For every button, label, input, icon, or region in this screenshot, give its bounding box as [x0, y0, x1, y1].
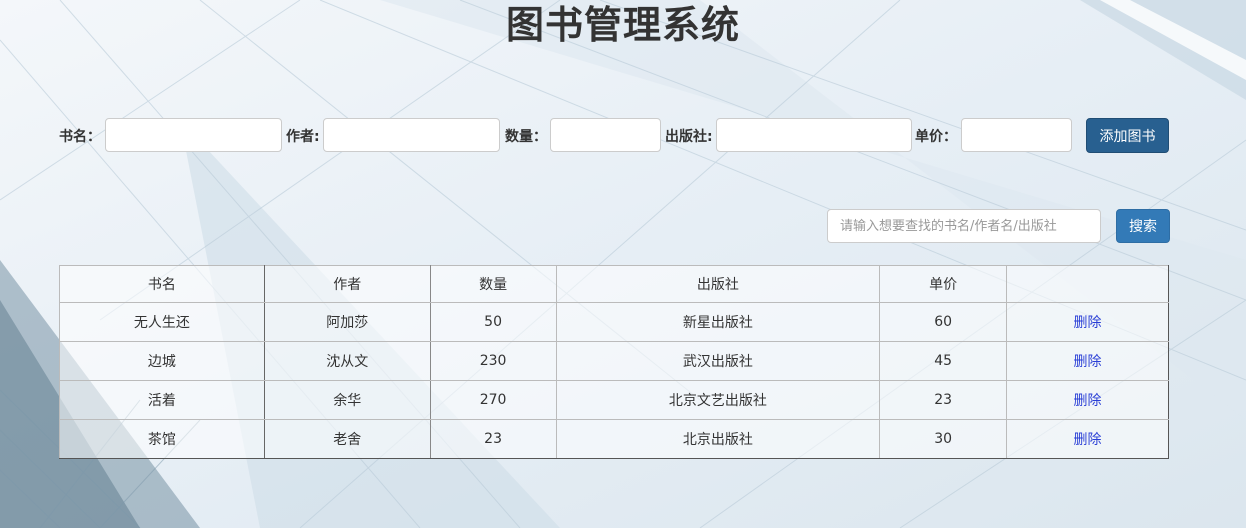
cell-publisher: 北京出版社 — [555, 419, 881, 459]
cell-count: 50 — [429, 302, 557, 342]
author-input[interactable] — [323, 118, 500, 152]
cell-action: 删除 — [1006, 302, 1169, 342]
table-row: 活着 余华 270 北京文艺出版社 23 删除 — [59, 380, 1169, 420]
cell-price: 60 — [879, 302, 1008, 342]
cell-author: 阿加莎 — [263, 302, 431, 342]
book-name-input[interactable] — [105, 118, 282, 152]
table-row: 无人生还 阿加莎 50 新星出版社 60 删除 — [59, 302, 1169, 342]
cell-count: 230 — [429, 341, 557, 381]
publisher-input[interactable] — [716, 118, 912, 152]
cell-author: 沈从文 — [263, 341, 431, 381]
delete-link[interactable]: 删除 — [1074, 354, 1102, 370]
cell-count: 23 — [429, 419, 557, 459]
author-label: 作者: — [286, 129, 320, 145]
cell-publisher: 武汉出版社 — [555, 341, 881, 381]
column-header-action — [1006, 265, 1169, 303]
column-header-name: 书名 — [59, 265, 265, 303]
delete-link[interactable]: 删除 — [1074, 432, 1102, 448]
column-header-price: 单价 — [879, 265, 1008, 303]
cell-action: 删除 — [1006, 341, 1169, 381]
count-label: 数量： — [505, 129, 547, 145]
cell-count: 270 — [429, 380, 557, 420]
books-table: 书名 作者 数量 出版社 单价 无人生还 阿加莎 50 新星出版社 60 删除 … — [59, 265, 1169, 459]
cell-publisher: 新星出版社 — [555, 302, 881, 342]
search-button[interactable]: 搜索 — [1116, 209, 1170, 243]
book-name-label: 书名： — [59, 129, 101, 145]
delete-link[interactable]: 删除 — [1074, 315, 1102, 331]
cell-name: 活着 — [59, 380, 265, 420]
page-title: 图书管理系统 — [505, 3, 740, 47]
cell-action: 删除 — [1006, 419, 1169, 459]
cell-action: 删除 — [1006, 380, 1169, 420]
cell-name: 无人生还 — [59, 302, 265, 342]
cell-publisher: 北京文艺出版社 — [555, 380, 881, 420]
column-header-count: 数量 — [429, 265, 557, 303]
price-input[interactable] — [961, 118, 1072, 152]
count-input[interactable] — [550, 118, 661, 152]
cell-price: 23 — [879, 380, 1008, 420]
delete-link[interactable]: 删除 — [1074, 393, 1102, 409]
cell-name: 茶馆 — [59, 419, 265, 459]
cell-author: 老舍 — [263, 419, 431, 459]
cell-name: 边城 — [59, 341, 265, 381]
column-header-publisher: 出版社 — [555, 265, 881, 303]
add-book-button[interactable]: 添加图书 — [1086, 118, 1169, 153]
price-label: 单价： — [915, 129, 957, 145]
cell-author: 余华 — [263, 380, 431, 420]
table-header-row: 书名 作者 数量 出版社 单价 — [59, 265, 1169, 303]
table-row: 边城 沈从文 230 武汉出版社 45 删除 — [59, 341, 1169, 381]
table-row: 茶馆 老舍 23 北京出版社 30 删除 — [59, 419, 1169, 459]
search-input[interactable] — [827, 209, 1101, 243]
cell-price: 45 — [879, 341, 1008, 381]
publisher-label: 出版社: — [665, 129, 713, 145]
cell-price: 30 — [879, 419, 1008, 459]
column-header-author: 作者 — [263, 265, 431, 303]
